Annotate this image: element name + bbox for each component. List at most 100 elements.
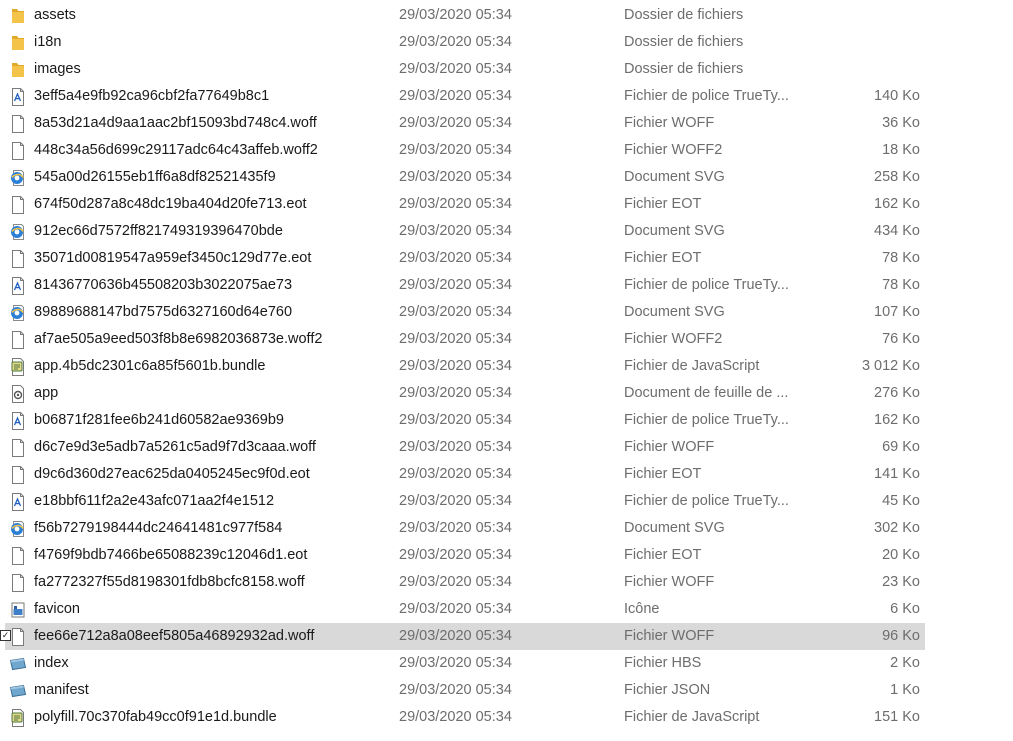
file-date-modified: 29/03/2020 05:34 [399,331,512,347]
file-size: 36 Ko [882,115,920,131]
file-row[interactable]: fa2772327f55d8198301fdb8bcfc8158.woff 29… [0,569,1013,596]
file-name: 674f50d287a8c48dc19ba404d20fe713.eot [34,196,307,212]
file-type: Fichier EOT [624,250,702,266]
file-row[interactable]: index 29/03/2020 05:34 Fichier HBS 2 Ko [0,650,1013,677]
browser-document-icon [8,168,28,188]
file-size: 96 Ko [882,628,920,644]
file-type: Dossier de fichiers [624,7,744,23]
file-row[interactable]: 35071d00819547a959ef3450c129d77e.eot 29/… [0,245,1013,272]
file-size: 258 Ko [874,169,920,185]
file-type: Fichier HBS [624,655,702,671]
file-name: assets [34,7,76,23]
file-size: 20 Ko [882,547,920,563]
file-row-selected[interactable]: fee66e712a8a08eef5805a46892932ad.woff 29… [0,623,1013,650]
file-row[interactable]: d9c6d360d27eac625da0405245ec9f0d.eot 29/… [0,461,1013,488]
blank-file-icon [8,330,28,350]
file-row[interactable]: d6c7e9d3e5adb7a5261c5ad9f7d3caaa.woff 29… [0,434,1013,461]
file-size: 162 Ko [874,196,920,212]
file-row[interactable]: i18n 29/03/2020 05:34 Dossier de fichier… [0,29,1013,56]
file-size: 3 012 Ko [861,358,920,374]
file-date-modified: 29/03/2020 05:34 [399,115,512,131]
file-size: 18 Ko [882,142,920,158]
file-name: 545a00d26155eb1ff6a8df82521435f9 [34,169,276,185]
file-row[interactable]: polyfill.70c370fab49cc0f91e1d.bundle 29/… [0,704,1013,731]
generic-app-file-icon [8,654,28,674]
file-type: Fichier EOT [624,547,702,563]
file-name: app [34,385,59,401]
file-date-modified: 29/03/2020 05:34 [399,223,512,239]
file-row[interactable]: 8a53d21a4d9aa1aac2bf15093bd748c4.woff 29… [0,110,1013,137]
file-name: e18bbf611f2a2e43afc071aa2f4e1512 [34,493,275,509]
file-row[interactable]: 912ec66d7572ff821749319396470bde 29/03/2… [0,218,1013,245]
file-date-modified: 29/03/2020 05:34 [399,142,512,158]
file-row[interactable]: 89889688147bd7575d6327160d64e760 29/03/2… [0,299,1013,326]
file-list: assets 29/03/2020 05:34 Dossier de fichi… [0,0,1013,731]
file-type: Dossier de fichiers [624,61,744,77]
file-type: Fichier WOFF2 [624,142,723,158]
file-row[interactable]: af7ae505a9eed503f8b8e6982036873e.woff2 2… [0,326,1013,353]
file-date-modified: 29/03/2020 05:34 [399,304,512,320]
file-row[interactable]: 545a00d26155eb1ff6a8df82521435f9 29/03/2… [0,164,1013,191]
image-icon-file-icon [8,600,28,620]
file-name: 912ec66d7572ff821749319396470bde [34,223,283,239]
file-date-modified: 29/03/2020 05:34 [399,520,512,536]
file-row[interactable]: b06871f281fee6b241d60582ae9369b9 29/03/2… [0,407,1013,434]
file-name: 35071d00819547a959ef3450c129d77e.eot [34,250,312,266]
file-type: Fichier de police TrueTy... [624,277,789,293]
blank-file-icon [8,249,28,269]
file-date-modified: 29/03/2020 05:34 [399,466,512,482]
file-date-modified: 29/03/2020 05:34 [399,655,512,671]
file-name: index [34,655,69,671]
file-date-modified: 29/03/2020 05:34 [399,601,512,617]
file-row[interactable]: app 29/03/2020 05:34 Document de feuille… [0,380,1013,407]
file-name: polyfill.70c370fab49cc0f91e1d.bundle [34,709,277,725]
file-row[interactable]: e18bbf611f2a2e43afc071aa2f4e1512 29/03/2… [0,488,1013,515]
file-name: 3eff5a4e9fb92ca96cbf2fa77649b8c1 [34,88,270,104]
file-type: Fichier WOFF2 [624,331,723,347]
file-size: 107 Ko [874,304,920,320]
folder-icon [8,6,28,26]
file-name: i18n [34,34,62,50]
font-file-icon [8,87,28,107]
file-name: b06871f281fee6b241d60582ae9369b9 [34,412,284,428]
file-type: Fichier JSON [624,682,711,698]
file-row[interactable]: f4769f9bdb7466be65088239c12046d1.eot 29/… [0,542,1013,569]
file-date-modified: 29/03/2020 05:34 [399,196,512,212]
file-size: 162 Ko [874,412,920,428]
file-row[interactable]: f56b7279198444dc24641481c977f584 29/03/2… [0,515,1013,542]
row-select-checkbox[interactable]: ✓ [0,630,11,641]
file-type: Dossier de fichiers [624,34,744,50]
file-size: 140 Ko [874,88,920,104]
file-row[interactable]: assets 29/03/2020 05:34 Dossier de fichi… [0,2,1013,29]
file-name: images [34,61,81,77]
file-row[interactable]: manifest 29/03/2020 05:34 Fichier JSON 1… [0,677,1013,704]
file-size: 2 Ko [890,655,920,671]
file-row[interactable]: 448c34a56d699c29117adc64c43affeb.woff2 2… [0,137,1013,164]
file-type: Fichier WOFF [624,628,715,644]
file-size: 45 Ko [882,493,920,509]
blank-file-icon [8,438,28,458]
file-size: 6 Ko [890,601,920,617]
file-date-modified: 29/03/2020 05:34 [399,88,512,104]
blank-file-icon [8,114,28,134]
file-row[interactable]: 81436770636b45508203b3022075ae73 29/03/2… [0,272,1013,299]
browser-document-icon [8,303,28,323]
file-date-modified: 29/03/2020 05:34 [399,34,512,50]
file-size: 141 Ko [874,466,920,482]
file-date-modified: 29/03/2020 05:34 [399,628,512,644]
file-row[interactable]: 674f50d287a8c48dc19ba404d20fe713.eot 29/… [0,191,1013,218]
file-date-modified: 29/03/2020 05:34 [399,169,512,185]
file-name: f56b7279198444dc24641481c977f584 [34,520,283,536]
file-date-modified: 29/03/2020 05:34 [399,250,512,266]
file-row[interactable]: images 29/03/2020 05:34 Dossier de fichi… [0,56,1013,83]
file-name: d6c7e9d3e5adb7a5261c5ad9f7d3caaa.woff [34,439,316,455]
file-date-modified: 29/03/2020 05:34 [399,277,512,293]
blank-file-icon [8,141,28,161]
file-row[interactable]: app.4b5dc2301c6a85f5601b.bundle 29/03/20… [0,353,1013,380]
blank-file-icon [8,465,28,485]
file-size: 276 Ko [874,385,920,401]
font-file-icon [8,411,28,431]
file-date-modified: 29/03/2020 05:34 [399,61,512,77]
file-row[interactable]: favicon 29/03/2020 05:34 Icône 6 Ko [0,596,1013,623]
file-row[interactable]: 3eff5a4e9fb92ca96cbf2fa77649b8c1 29/03/2… [0,83,1013,110]
